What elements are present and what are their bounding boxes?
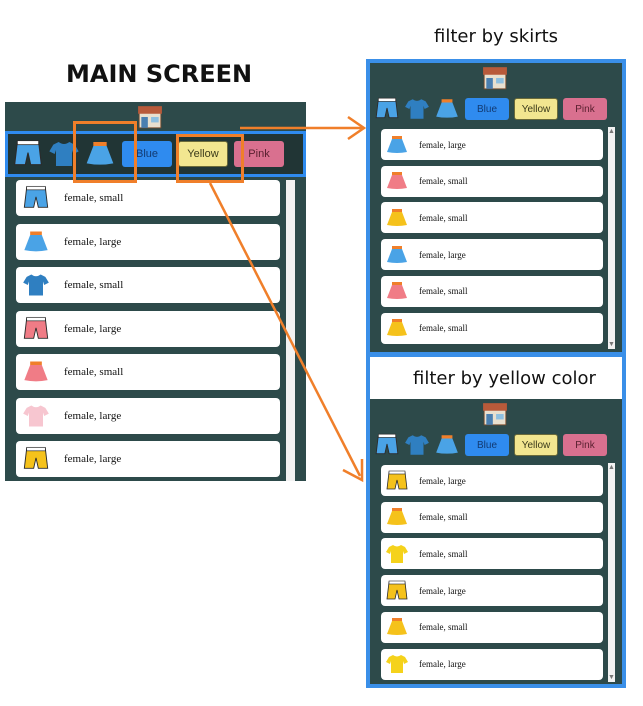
annotation-arrows xyxy=(208,115,367,483)
arrow-to-yellow xyxy=(208,182,362,477)
